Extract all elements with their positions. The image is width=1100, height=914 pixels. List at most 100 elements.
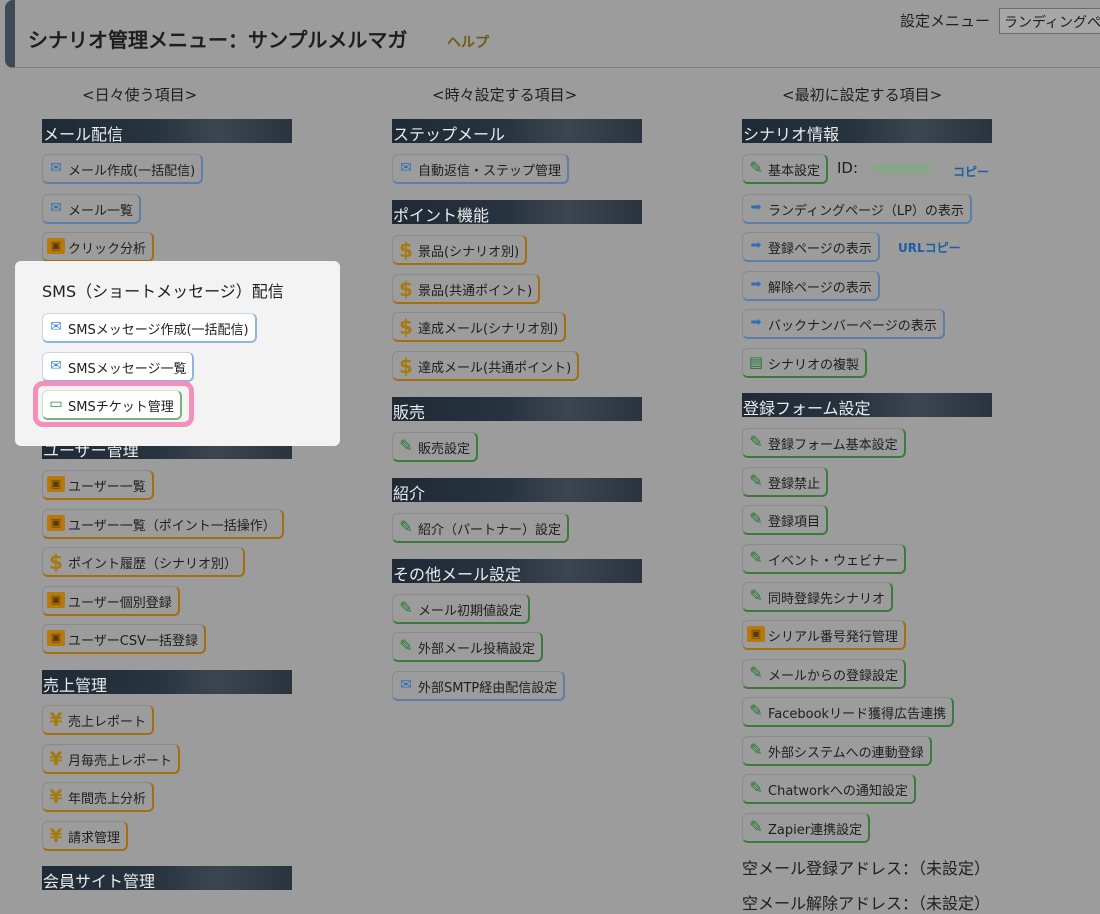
prize-scenario-button[interactable]: $ 景品(シナリオ別): [392, 235, 528, 265]
facebook-button[interactable]: ✎ Facebookリード獲得広告連携: [742, 697, 955, 727]
section-member-site: 会員サイト管理: [42, 866, 292, 891]
backnumber-button[interactable]: ➡ バックナンバーページの表示: [742, 309, 945, 339]
copy-id-link[interactable]: コピー: [953, 163, 989, 180]
point-history-label: ポイント履歴（シナリオ別）: [68, 557, 238, 572]
register-page-button[interactable]: ➡ 登録ページの表示: [742, 232, 880, 262]
arrow-right-icon: ➡: [750, 277, 762, 292]
section-form: 登録フォーム設定: [742, 393, 992, 418]
pencil-icon: ✎: [399, 598, 413, 617]
user-list-button[interactable]: ▣ ユーザー一覧: [42, 470, 154, 500]
section-sales: 販売: [392, 397, 642, 422]
column-first-heading: <最初に設定する項目>: [782, 86, 943, 104]
cancel-page-label: 解除ページの表示: [768, 281, 872, 296]
reg-ban-button[interactable]: ✎ 登録禁止: [742, 467, 829, 497]
basic-settings-button[interactable]: ✎ 基本設定: [742, 154, 829, 184]
achieve-scenario-button[interactable]: $ 達成メール(シナリオ別): [392, 312, 567, 342]
id-card-icon: ▣: [47, 476, 65, 492]
click-analysis-button[interactable]: ▣ クリック分析: [42, 232, 155, 262]
backnumber-label: バックナンバーページの表示: [768, 319, 937, 334]
reg-items-button[interactable]: ✎ 登録項目: [742, 505, 829, 535]
help-link[interactable]: ヘルプ: [447, 32, 489, 52]
arrow-right-icon: ➡: [750, 200, 762, 215]
user-register-button[interactable]: ▣ ユーザー個別登録: [42, 586, 180, 616]
prize-common-button[interactable]: $ 景品(共通ポイント): [392, 274, 541, 304]
duplicate-label: シナリオの複製: [768, 358, 860, 373]
id-card-icon: ▣: [47, 238, 65, 254]
lp-show-button[interactable]: ➡ ランディングページ（LP）の表示: [742, 194, 972, 224]
id-card-icon: ▣: [47, 592, 65, 608]
dollar-icon: $: [399, 315, 413, 339]
sms-create-label: SMSメッセージ作成(一括配信): [68, 323, 249, 338]
from-mail-label: メールからの登録設定: [768, 669, 899, 684]
yen-icon: ¥: [49, 825, 63, 847]
annual-analysis-label: 年間売上分析: [68, 792, 147, 807]
envelope-icon: ✉: [50, 358, 62, 374]
user-list-point-label: ユーザー一覧（ポイント一括操作）: [68, 519, 276, 534]
monthly-report-button[interactable]: ¥ 月毎売上レポート: [42, 744, 181, 774]
autoreply-label: 自動返信・ステップ管理: [418, 164, 562, 179]
external-sys-button[interactable]: ✎ 外部システムへの連動登録: [742, 736, 932, 766]
chatwork-label: Chatworkへの通知設定: [768, 784, 908, 799]
pencil-icon: ✎: [749, 471, 763, 490]
serial-button[interactable]: ▣ シリアル番号発行管理: [742, 620, 906, 650]
settings-menu-select[interactable]: ランディングペ: [999, 8, 1100, 34]
billing-label: 請求管理: [68, 831, 121, 846]
sales-settings-button[interactable]: ✎ 販売設定: [392, 432, 479, 462]
envelope-icon: ✉: [50, 200, 62, 216]
user-csv-button[interactable]: ▣ ユーザーCSV一括登録: [42, 624, 206, 654]
reg-ban-label: 登録禁止: [768, 477, 821, 492]
event-button[interactable]: ✎ イベント・ウェビナー: [742, 544, 907, 574]
mail-default-label: メール初期値設定: [418, 604, 523, 619]
achieve-common-button[interactable]: $ 達成メール(共通ポイント): [392, 351, 580, 381]
mail-list-button[interactable]: ✉ メール一覧: [42, 194, 142, 224]
scenario-id-redacted: [872, 164, 932, 174]
sms-list-label: SMSメッセージ一覧: [68, 362, 187, 377]
zapier-button[interactable]: ✎ Zapier連携設定: [742, 813, 871, 843]
section-sms: SMS（ショートメッセージ）配信: [42, 282, 284, 301]
mail-default-button[interactable]: ✎ メール初期値設定: [392, 594, 531, 624]
pencil-icon: ✎: [399, 636, 413, 655]
achieve-common-label: 達成メール(共通ポイント): [418, 361, 572, 376]
section-point: ポイント機能: [392, 200, 642, 225]
monthly-report-label: 月毎売上レポート: [68, 754, 173, 769]
envelope-icon: ✉: [50, 319, 62, 335]
zapier-label: Zapier連携設定: [768, 823, 863, 838]
sms-section-panel: SMS（ショートメッセージ）配信 ✉ SMSメッセージ作成(一括配信) ✉ SM…: [15, 261, 340, 446]
external-post-button[interactable]: ✎ 外部メール投稿設定: [392, 632, 544, 662]
sms-list-button[interactable]: ✉ SMSメッセージ一覧: [42, 352, 195, 382]
url-copy-link[interactable]: URLコピー: [898, 239, 961, 256]
user-list-point-button[interactable]: ▣ ユーザー一覧（ポイント一括操作）: [42, 509, 284, 539]
pencil-icon: ✎: [749, 778, 763, 797]
lp-show-label: ランディングページ（LP）の表示: [768, 204, 964, 219]
event-label: イベント・ウェビナー: [768, 554, 899, 569]
partner-settings-button[interactable]: ✎ 紹介（パートナー）設定: [392, 513, 570, 543]
user-register-label: ユーザー個別登録: [68, 596, 172, 611]
yen-icon: ¥: [49, 709, 63, 731]
external-smtp-button[interactable]: ✉ 外部SMTP経由配信設定: [392, 671, 566, 701]
chatwork-button[interactable]: ✎ Chatworkへの通知設定: [742, 774, 916, 804]
envelope-icon: ✉: [400, 677, 412, 693]
section-scenario-info: シナリオ情報: [742, 119, 992, 144]
sales-report-button[interactable]: ¥ 売上レポート: [42, 705, 155, 735]
cancel-page-button[interactable]: ➡ 解除ページの表示: [742, 271, 880, 301]
partner-settings-label: 紹介（パートナー）設定: [418, 523, 562, 538]
document-icon: ▤: [748, 353, 764, 371]
simul-button[interactable]: ✎ 同時登録先シナリオ: [742, 582, 894, 612]
billing-button[interactable]: ¥ 請求管理: [42, 821, 129, 851]
form-basic-button[interactable]: ✎ 登録フォーム基本設定: [742, 428, 906, 458]
autoreply-button[interactable]: ✉ 自動返信・ステップ管理: [392, 154, 570, 184]
pencil-icon: ✎: [749, 740, 763, 759]
mail-create-button[interactable]: ✉ メール作成(一括配信): [42, 154, 204, 184]
pencil-icon: ✎: [749, 817, 763, 836]
column-daily-heading: <日々使う項目>: [82, 86, 198, 104]
yen-icon: ¥: [49, 748, 63, 770]
annual-analysis-button[interactable]: ¥ 年間売上分析: [42, 782, 155, 812]
form-basic-label: 登録フォーム基本設定: [768, 438, 898, 453]
sms-create-button[interactable]: ✉ SMSメッセージ作成(一括配信): [42, 313, 257, 343]
from-mail-button[interactable]: ✎ メールからの登録設定: [742, 659, 907, 689]
column-sometimes-heading: <時々設定する項目>: [432, 86, 578, 104]
pencil-icon: ✎: [749, 509, 763, 528]
dollar-icon: $: [399, 354, 413, 378]
duplicate-button[interactable]: ▤ シナリオの複製: [742, 348, 868, 378]
point-history-button[interactable]: $ ポイント履歴（シナリオ別）: [42, 547, 246, 577]
